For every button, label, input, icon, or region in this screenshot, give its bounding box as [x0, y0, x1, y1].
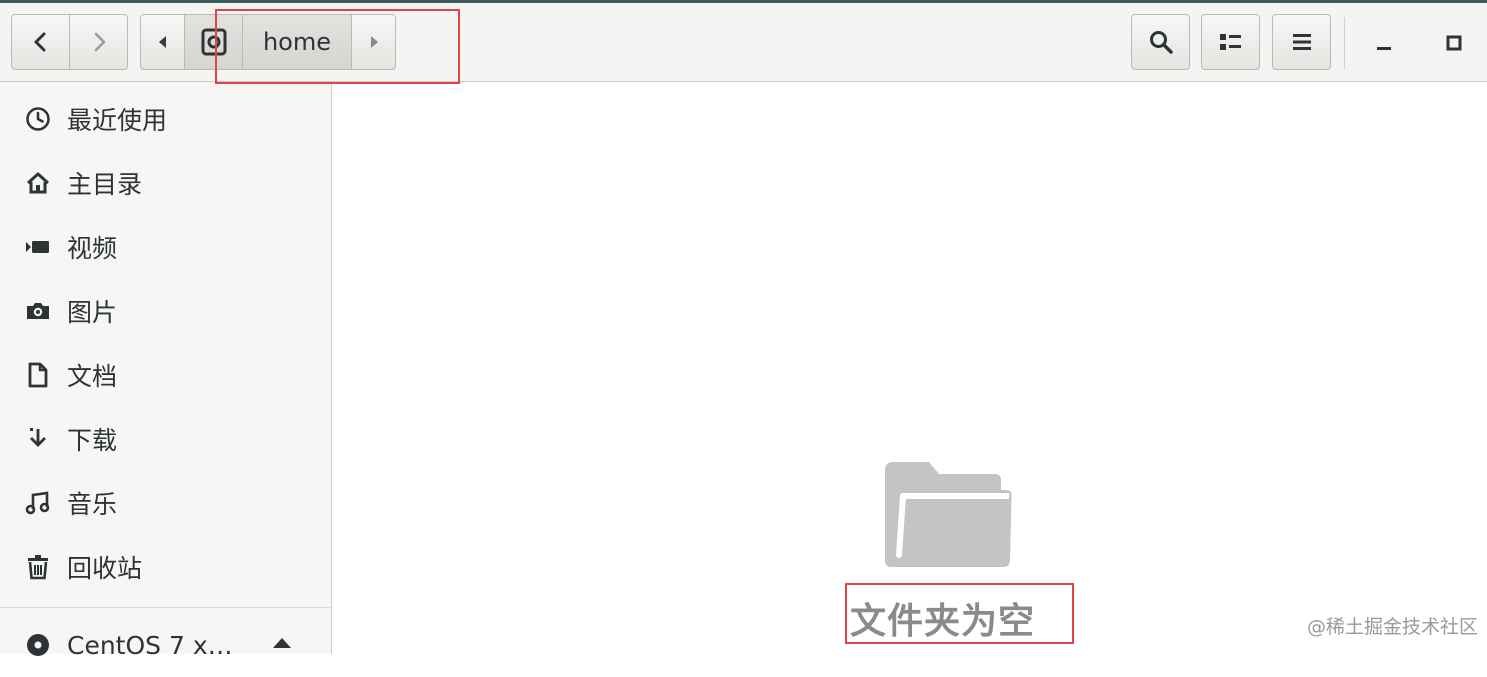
clock-icon — [24, 105, 52, 133]
sidebar: 最近使用 主目录 视频 图片 文档 下载 音乐 回收站 CentOS 7 x… — [0, 82, 332, 660]
document-icon — [24, 361, 52, 389]
camera-icon — [24, 297, 52, 325]
view-toggle-button[interactable] — [1201, 14, 1260, 70]
path-scroll-right-button[interactable] — [351, 14, 396, 70]
sidebar-item-label: 文档 — [67, 362, 118, 391]
eject-icon[interactable] — [268, 631, 296, 659]
triangle-right-icon — [370, 36, 378, 48]
search-icon — [1149, 31, 1173, 54]
folder-icon — [883, 460, 1013, 568]
drive-icon — [201, 28, 226, 56]
download-icon — [24, 425, 52, 453]
disc-icon — [24, 631, 52, 659]
sidebar-item-downloads[interactable]: 下载 — [0, 407, 331, 471]
video-icon — [24, 233, 52, 261]
back-button[interactable] — [11, 14, 70, 70]
path-scroll-left-button[interactable] — [140, 14, 185, 70]
sidebar-item-videos[interactable]: 视频 — [0, 215, 331, 279]
sidebar-device-label: CentOS 7 x… — [67, 630, 233, 660]
sidebar-item-label: 音乐 — [67, 490, 118, 519]
watermark: @稀土掘金技术社区 — [1307, 616, 1479, 638]
music-icon — [24, 489, 52, 517]
maximize-icon — [1446, 35, 1462, 51]
sidebar-item-home[interactable]: 主目录 — [0, 151, 331, 215]
path-root-button[interactable] — [184, 14, 243, 70]
minimize-button[interactable] — [1362, 17, 1406, 69]
home-icon — [24, 169, 52, 197]
search-button[interactable] — [1131, 14, 1190, 70]
sidebar-item-documents[interactable]: 文档 — [0, 343, 331, 407]
sidebar-device-centos[interactable]: CentOS 7 x… — [0, 613, 331, 677]
menu-button[interactable] — [1272, 14, 1331, 70]
hamburger-menu-icon — [1292, 34, 1311, 50]
sidebar-item-label: 回收站 — [67, 554, 143, 583]
sidebar-item-label: 视频 — [67, 234, 118, 263]
sidebar-item-recent[interactable]: 最近使用 — [0, 87, 331, 151]
header-bar: home — [0, 3, 1487, 82]
sidebar-item-label: 下载 — [67, 426, 118, 455]
chevron-left-icon — [34, 32, 45, 52]
header-separator — [1344, 17, 1345, 69]
sidebar-item-pictures[interactable]: 图片 — [0, 279, 331, 343]
forward-button[interactable] — [69, 14, 128, 70]
sidebar-item-trash[interactable]: 回收站 — [0, 535, 331, 599]
sidebar-item-music[interactable]: 音乐 — [0, 471, 331, 535]
trash-icon — [24, 553, 52, 581]
sidebar-item-label: 最近使用 — [67, 106, 168, 135]
empty-folder-message: 文件夹为空 — [850, 601, 1036, 642]
path-home-button[interactable]: home — [242, 14, 352, 70]
list-view-icon — [1219, 34, 1241, 50]
maximize-button[interactable] — [1432, 17, 1476, 69]
triangle-left-icon — [158, 36, 166, 48]
sidebar-separator — [0, 607, 331, 608]
chevron-right-icon — [94, 32, 105, 52]
minimize-icon — [1377, 47, 1391, 50]
sidebar-item-label: 主目录 — [67, 170, 143, 199]
sidebar-item-label: 图片 — [67, 298, 118, 327]
